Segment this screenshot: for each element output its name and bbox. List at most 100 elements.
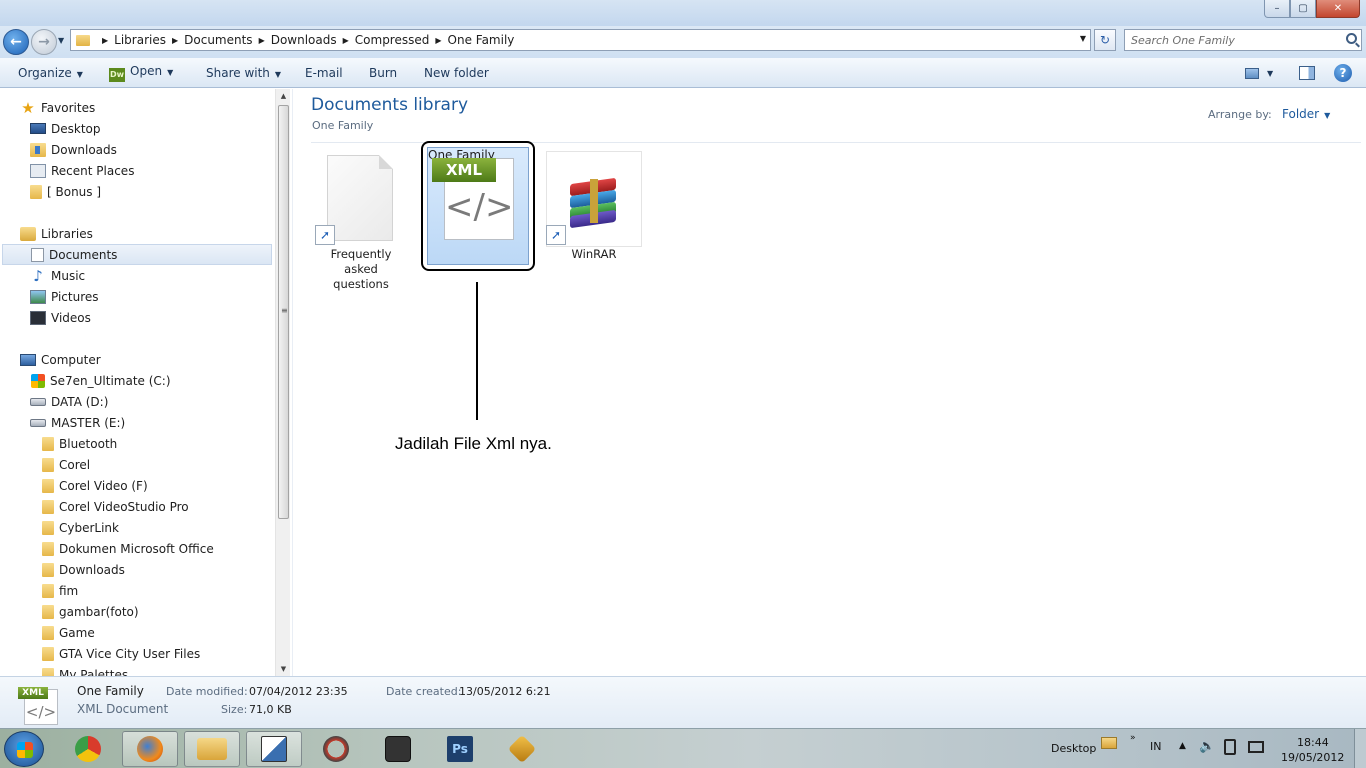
size-label: Size: bbox=[221, 703, 248, 716]
nav-drive-c[interactable]: Se7en_Ultimate (C:) bbox=[30, 370, 171, 391]
file-item-one-family[interactable]: </> XML One Family bbox=[427, 147, 529, 265]
nav-folder[interactable]: GTA Vice City User Files bbox=[42, 643, 200, 664]
scroll-up-arrow-icon[interactable]: ▲ bbox=[276, 89, 291, 103]
search-icon[interactable] bbox=[1346, 33, 1357, 44]
breadcrumb-downloads[interactable]: Downloads bbox=[271, 33, 337, 47]
folder-icon bbox=[42, 562, 54, 577]
nav-drive-d[interactable]: DATA (D:) bbox=[30, 391, 108, 412]
breadcrumb-compressed[interactable]: Compressed bbox=[355, 33, 430, 47]
nav-downloads[interactable]: Downloads bbox=[30, 139, 117, 160]
file-item-frequently-asked-questions[interactable]: ➚ Frequently asked questions bbox=[313, 151, 409, 291]
language-indicator[interactable]: IN bbox=[1150, 740, 1161, 753]
taskbar-nero[interactable] bbox=[308, 731, 364, 767]
power-icon[interactable] bbox=[1224, 739, 1236, 755]
paint-icon bbox=[261, 736, 287, 762]
preview-pane-button[interactable] bbox=[1299, 64, 1315, 82]
taskbar-photoshop[interactable]: Ps bbox=[432, 731, 488, 767]
nav-folder[interactable]: Dokumen Microsoft Office bbox=[42, 538, 214, 559]
show-desktop-button[interactable] bbox=[1354, 729, 1366, 768]
nav-folder[interactable]: My Palettes bbox=[42, 664, 128, 676]
nav-label: GTA Vice City User Files bbox=[59, 646, 201, 661]
refresh-button[interactable]: ↻ bbox=[1094, 29, 1116, 51]
command-bar: Organize ▼ Dw Open ▼ Share with ▼ E-mail Bur… bbox=[0, 58, 1366, 88]
taskbar-media[interactable] bbox=[370, 731, 426, 767]
scroll-down-arrow-icon[interactable]: ▼ bbox=[276, 662, 291, 676]
nav-folder[interactable]: Game bbox=[42, 622, 95, 643]
nav-folder[interactable]: Bluetooth bbox=[42, 433, 117, 454]
breadcrumb-libraries[interactable]: Libraries bbox=[114, 33, 166, 47]
maximize-button[interactable]: ▢ bbox=[1290, 0, 1316, 18]
nav-drive-e[interactable]: MASTER (E:) bbox=[30, 412, 125, 433]
address-dropdown-icon[interactable]: ▼ bbox=[1080, 34, 1086, 43]
nav-recent-places[interactable]: Recent Places bbox=[30, 160, 134, 181]
recent-pages-dropdown[interactable]: ▼ bbox=[58, 36, 64, 45]
breadcrumb-separator-icon[interactable]: ▶ bbox=[435, 36, 441, 45]
breadcrumb-documents[interactable]: Documents bbox=[184, 33, 252, 47]
taskbar-firefox[interactable] bbox=[122, 731, 178, 767]
nav-favorites[interactable]: ★ Favorites bbox=[20, 97, 95, 118]
breadcrumb-separator-icon[interactable]: ▶ bbox=[102, 36, 108, 45]
nav-music[interactable]: ♪ Music bbox=[30, 265, 85, 286]
nav-label: Videos bbox=[51, 310, 91, 325]
network-icon[interactable] bbox=[1248, 741, 1264, 753]
nav-folder[interactable]: Corel VideoStudio Pro bbox=[42, 496, 189, 517]
clock-time[interactable]: 18:44 bbox=[1297, 736, 1329, 749]
breadcrumb-one-family[interactable]: One Family bbox=[448, 33, 515, 47]
nav-computer[interactable]: Computer bbox=[20, 349, 101, 370]
arrange-by-dropdown[interactable]: Folder ▼ bbox=[1282, 107, 1330, 121]
organize-button[interactable]: Organize ▼ bbox=[18, 66, 83, 80]
nav-videos[interactable]: Videos bbox=[30, 307, 91, 328]
new-folder-button[interactable]: New folder bbox=[424, 66, 489, 80]
file-item-winrar[interactable]: ➚ WinRAR bbox=[546, 151, 642, 281]
nav-label: [ Bonus ] bbox=[47, 184, 102, 199]
navigation-scrollbar[interactable]: ▲ ≡ ▼ bbox=[275, 89, 290, 676]
nav-folder[interactable]: CyberLink bbox=[42, 517, 119, 538]
taskbar-paint[interactable] bbox=[246, 731, 302, 767]
taskbar-chrome[interactable] bbox=[60, 731, 116, 767]
nav-bonus[interactable]: [ Bonus ] bbox=[30, 181, 101, 202]
address-bar[interactable]: ▶ Libraries ▶ Documents ▶ Downloads ▶ Co… bbox=[70, 29, 1091, 51]
forward-button[interactable]: → bbox=[31, 29, 57, 55]
nav-libraries[interactable]: Libraries bbox=[20, 223, 93, 244]
star-icon: ★ bbox=[21, 98, 35, 117]
back-button[interactable]: ← bbox=[3, 29, 29, 55]
date-modified-label: Date modified: bbox=[166, 685, 248, 698]
open-button[interactable]: Dw Open ▼ bbox=[109, 64, 173, 82]
nav-documents[interactable]: Documents bbox=[2, 244, 272, 265]
desktop-toolbar-label[interactable]: Desktop bbox=[1051, 742, 1096, 755]
chevrons-icon[interactable]: » bbox=[1130, 733, 1136, 743]
nav-label: CyberLink bbox=[59, 520, 119, 535]
taskbar-explorer[interactable] bbox=[184, 731, 240, 767]
nav-folder[interactable]: fim bbox=[42, 580, 78, 601]
email-button[interactable]: E-mail bbox=[305, 66, 343, 80]
winamp-icon bbox=[507, 734, 537, 764]
file-list-area: Documents library One Family Arrange by:… bbox=[293, 89, 1366, 676]
show-hidden-icons-icon[interactable]: ▲ bbox=[1179, 741, 1186, 751]
burn-button[interactable]: Burn bbox=[369, 66, 397, 80]
search-input[interactable] bbox=[1131, 31, 1331, 49]
help-button[interactable]: ? bbox=[1334, 64, 1352, 82]
breadcrumb-separator-icon[interactable]: ▶ bbox=[172, 36, 178, 45]
change-view-button[interactable]: ▼ bbox=[1245, 64, 1273, 82]
nav-folder[interactable]: gambar(foto) bbox=[42, 601, 139, 622]
share-with-button[interactable]: Share with ▼ bbox=[206, 66, 281, 80]
close-button[interactable]: ✕ bbox=[1316, 0, 1360, 18]
clock-date[interactable]: 19/05/2012 bbox=[1281, 751, 1344, 764]
breadcrumb-separator-icon[interactable]: ▶ bbox=[259, 36, 265, 45]
desktop-folder-icon[interactable] bbox=[1101, 737, 1117, 749]
breadcrumb-separator-icon[interactable]: ▶ bbox=[343, 36, 349, 45]
scroll-thumb[interactable]: ≡ bbox=[278, 105, 289, 519]
start-button[interactable] bbox=[4, 731, 44, 767]
nav-label: Corel Video (F) bbox=[59, 478, 148, 493]
taskbar-winamp[interactable] bbox=[494, 731, 550, 767]
chrome-icon bbox=[75, 736, 101, 762]
nav-folder[interactable]: Corel bbox=[42, 454, 90, 475]
minimize-button[interactable]: – bbox=[1264, 0, 1290, 18]
nav-folder[interactable]: Corel Video (F) bbox=[42, 475, 148, 496]
nav-desktop[interactable]: Desktop bbox=[30, 118, 101, 139]
nav-folder[interactable]: Downloads bbox=[42, 559, 125, 580]
recent-places-icon bbox=[30, 163, 46, 178]
share-with-label: Share with bbox=[206, 66, 270, 80]
nav-pictures[interactable]: Pictures bbox=[30, 286, 99, 307]
volume-icon[interactable]: 🔈 bbox=[1199, 739, 1215, 754]
